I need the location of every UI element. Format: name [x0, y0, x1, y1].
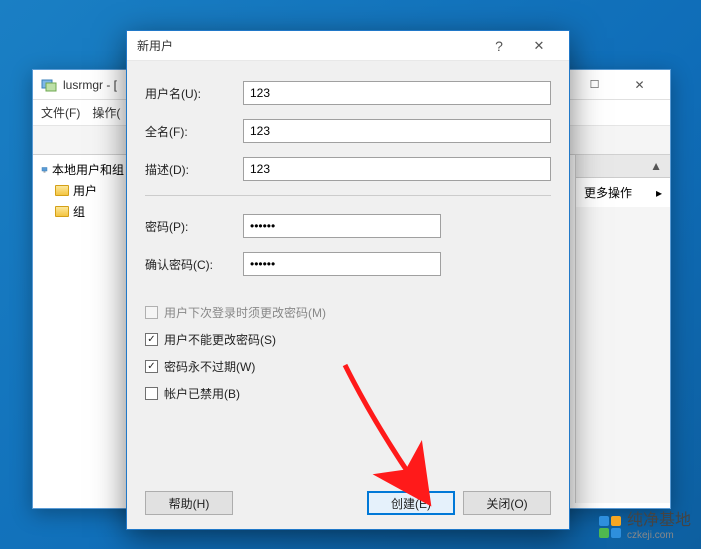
- tree-groups[interactable]: 组: [37, 201, 128, 222]
- never-expire-checkbox[interactable]: [145, 360, 158, 373]
- actions-header: ▲: [576, 155, 670, 178]
- description-input[interactable]: [243, 157, 551, 181]
- help-icon[interactable]: ?: [479, 38, 519, 54]
- cannot-change-label: 用户不能更改密码(S): [164, 331, 276, 348]
- dialog-footer: 帮助(H) 创建(E) 关闭(O): [145, 491, 551, 515]
- tree-root[interactable]: 本地用户和组: [37, 159, 128, 180]
- never-expire-row[interactable]: 密码永不过期(W): [145, 358, 551, 375]
- must-change-checkbox: [145, 306, 158, 319]
- watermark-brand: 纯净基地: [627, 512, 691, 530]
- folder-icon: [55, 206, 69, 217]
- confirm-input[interactable]: [243, 252, 441, 276]
- tree-panel: 本地用户和组 用户 组: [33, 155, 133, 503]
- arrow-icon: ▸: [656, 186, 662, 200]
- disabled-row[interactable]: 帐户已禁用(B): [145, 385, 551, 402]
- fullname-input[interactable]: [243, 119, 551, 143]
- watermark-url: czkeji.com: [627, 530, 691, 541]
- collapse-icon[interactable]: ▲: [650, 159, 662, 173]
- cannot-change-checkbox[interactable]: [145, 333, 158, 346]
- must-change-label: 用户下次登录时须更改密码(M): [164, 304, 326, 321]
- dialog-titlebar: 新用户 ? ✕: [127, 31, 569, 61]
- more-actions[interactable]: 更多操作 ▸: [576, 178, 670, 207]
- dialog-body: 用户名(U): 全名(F): 描述(D): 密码(P): 确认密码(C): 用户…: [127, 61, 569, 426]
- menu-file[interactable]: 文件(F): [41, 104, 80, 121]
- disabled-checkbox[interactable]: [145, 387, 158, 400]
- maximize-button[interactable]: [572, 71, 617, 99]
- must-change-row: 用户下次登录时须更改密码(M): [145, 304, 551, 321]
- tree-users-label: 用户: [73, 182, 97, 199]
- password-label: 密码(P):: [145, 218, 243, 235]
- tree-users[interactable]: 用户: [37, 180, 128, 201]
- computer-icon: [41, 163, 48, 177]
- create-button[interactable]: 创建(E): [367, 491, 455, 515]
- menu-action[interactable]: 操作(: [92, 104, 120, 121]
- close-button[interactable]: [617, 71, 662, 99]
- fullname-label: 全名(F):: [145, 123, 243, 140]
- divider: [145, 195, 551, 196]
- folder-icon: [55, 185, 69, 196]
- new-user-dialog: 新用户 ? ✕ 用户名(U): 全名(F): 描述(D): 密码(P): 确认密…: [126, 30, 570, 530]
- app-icon: [41, 77, 57, 93]
- close-button[interactable]: 关闭(O): [463, 491, 551, 515]
- tree-groups-label: 组: [73, 203, 85, 220]
- cannot-change-row[interactable]: 用户不能更改密码(S): [145, 331, 551, 348]
- close-icon[interactable]: ✕: [519, 38, 559, 54]
- more-actions-label: 更多操作: [584, 184, 632, 201]
- username-label: 用户名(U):: [145, 85, 243, 102]
- disabled-label: 帐户已禁用(B): [164, 385, 240, 402]
- username-input[interactable]: [243, 81, 551, 105]
- tree-root-label: 本地用户和组: [52, 161, 124, 178]
- never-expire-label: 密码永不过期(W): [164, 358, 255, 375]
- actions-panel: ▲ 更多操作 ▸: [575, 155, 670, 503]
- watermark-logo: [599, 516, 621, 538]
- watermark: 纯净基地 czkeji.com: [599, 512, 691, 541]
- dialog-title: 新用户: [137, 37, 479, 54]
- help-button[interactable]: 帮助(H): [145, 491, 233, 515]
- password-input[interactable]: [243, 214, 441, 238]
- confirm-label: 确认密码(C):: [145, 256, 243, 273]
- description-label: 描述(D):: [145, 161, 243, 178]
